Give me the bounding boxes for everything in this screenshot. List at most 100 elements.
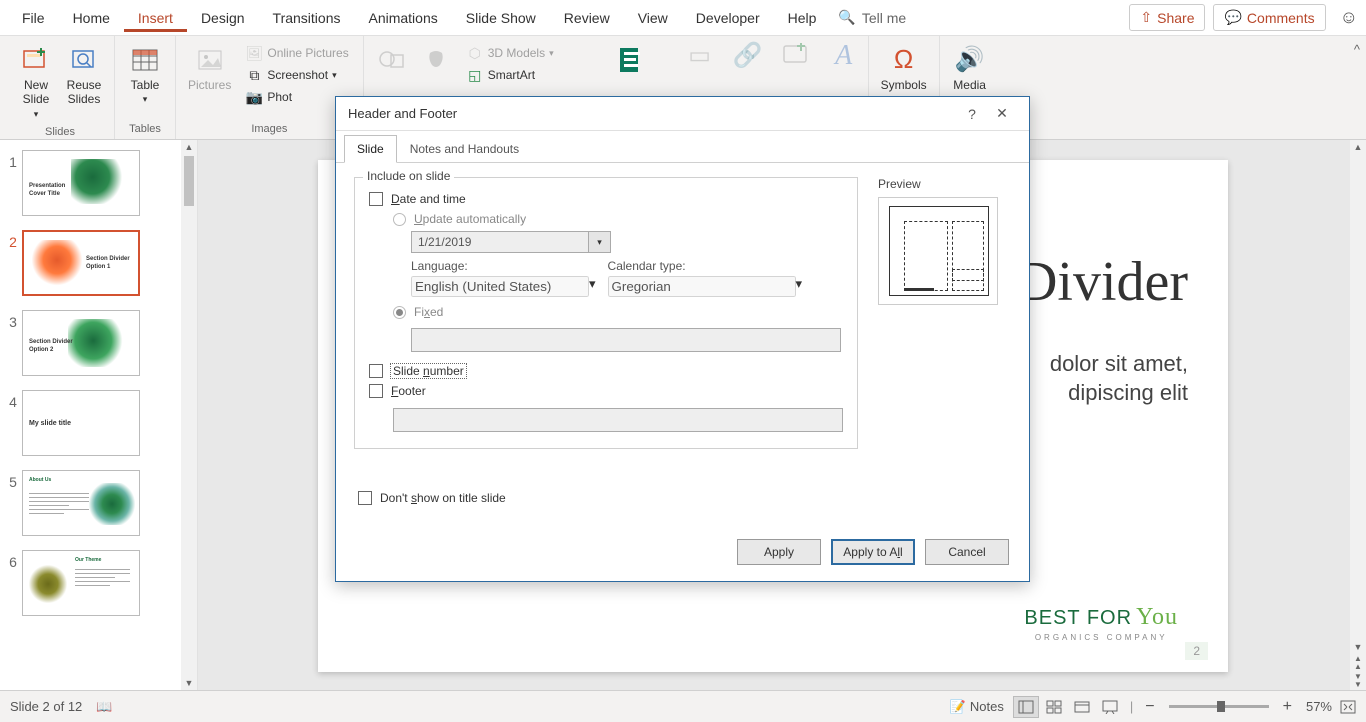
dialog-close-button[interactable]: ✕: [987, 105, 1017, 122]
menu-bar: File Home Insert Design Transitions Anim…: [0, 0, 1366, 36]
feedback-icon[interactable]: ☺: [1340, 7, 1358, 28]
fixed-radio[interactable]: [393, 306, 406, 319]
menu-developer[interactable]: Developer: [682, 4, 774, 32]
smartart-label: SmartArt: [488, 68, 535, 82]
sorter-view-button[interactable]: [1041, 696, 1067, 718]
chevron-down-icon: ▾: [143, 94, 148, 105]
menu-transitions[interactable]: Transitions: [259, 4, 355, 32]
menu-view[interactable]: View: [624, 4, 682, 32]
menu-help[interactable]: Help: [774, 4, 831, 32]
footer-value-input[interactable]: [393, 408, 843, 432]
include-on-slide-group: Include on slide Date and time Update au…: [354, 177, 858, 449]
notes-button[interactable]: 📝Notes: [942, 699, 1012, 715]
slide-thumb-4[interactable]: 4 My slide title: [4, 390, 191, 456]
table-label: Table: [131, 78, 160, 92]
pictures-label: Pictures: [188, 78, 231, 92]
scroll-thumb[interactable]: [184, 156, 194, 206]
slide-thumb-2[interactable]: 2 Section Divider Option 1: [4, 230, 191, 296]
slide-thumb-3[interactable]: 3 Section Divider Option 2: [4, 310, 191, 376]
date-dropdown-button[interactable]: ▾: [589, 231, 611, 253]
tell-me-search[interactable]: 🔍 Tell me: [830, 3, 914, 32]
cancel-button[interactable]: Cancel: [925, 539, 1009, 565]
calendar-dropdown-button[interactable]: ▾: [796, 276, 803, 297]
menu-design[interactable]: Design: [187, 4, 259, 32]
footer-checkbox[interactable]: [369, 384, 383, 398]
normal-view-button[interactable]: [1013, 696, 1039, 718]
table-button[interactable]: Table ▾: [121, 40, 169, 109]
online-pictures-icon: 🖼: [245, 44, 263, 62]
slide-thumb-1[interactable]: 1 Presentation Cover Title: [4, 150, 191, 216]
online-pictures-label: Online Pictures: [267, 46, 348, 60]
slide-thumb-6[interactable]: 6 Our Theme: [4, 550, 191, 616]
media-label: Media: [953, 78, 986, 92]
apply-button[interactable]: Apply: [737, 539, 821, 565]
reading-view-button[interactable]: [1069, 696, 1095, 718]
screenshot-button[interactable]: ⧉Screenshot▾: [241, 64, 352, 86]
share-button[interactable]: ⇧ Share: [1129, 4, 1205, 31]
share-icon: ⇧: [1140, 9, 1152, 26]
date-time-checkbox[interactable]: [369, 192, 383, 206]
tab-slide[interactable]: Slide: [344, 135, 397, 163]
menu-insert[interactable]: Insert: [124, 4, 187, 32]
smartart-icon: ◱: [466, 66, 484, 84]
canvas-scrollbar[interactable]: ▲ ▼ ▲▲ ▼▼: [1350, 140, 1366, 690]
zoom-slider[interactable]: [1169, 705, 1269, 708]
zoom-out-button[interactable]: −: [1139, 698, 1160, 716]
dialog-help-button[interactable]: ?: [957, 106, 987, 122]
language-select[interactable]: [411, 276, 589, 297]
pictures-button[interactable]: Pictures: [182, 40, 237, 96]
status-bar: Slide 2 of 12 📖 📝Notes | − + 57%: [0, 690, 1366, 722]
scroll-up-icon[interactable]: ▲: [185, 140, 194, 154]
menu-animations[interactable]: Animations: [354, 4, 451, 32]
fixed-value-input[interactable]: [411, 328, 841, 352]
scroll-up-icon[interactable]: ▲: [1354, 140, 1363, 154]
prev-slide-icon[interactable]: ▲▲: [1354, 654, 1362, 672]
online-pictures-button[interactable]: 🖼 Online Pictures: [241, 42, 352, 64]
date-time-label: Date and time: [391, 192, 466, 206]
spellcheck-icon[interactable]: 📖: [96, 699, 112, 715]
slideshow-view-button[interactable]: [1097, 696, 1123, 718]
menu-review[interactable]: Review: [550, 4, 624, 32]
dialog-tabs: Slide Notes and Handouts: [336, 131, 1029, 163]
language-dropdown-button[interactable]: ▾: [589, 276, 596, 297]
smartart-button[interactable]: ◱ SmartArt: [462, 64, 558, 86]
slide-thumb-5[interactable]: 5 About Us: [4, 470, 191, 536]
screenshot-icon: ⧉: [245, 66, 263, 84]
zoom-in-button[interactable]: +: [1277, 698, 1298, 716]
next-slide-icon[interactable]: ▼▼: [1354, 672, 1362, 690]
scroll-down-icon[interactable]: ▼: [185, 676, 194, 690]
comments-label: Comments: [1247, 10, 1315, 26]
text-icon: A: [828, 40, 860, 72]
3d-icon: ⬡: [466, 44, 484, 62]
comments-button[interactable]: 💬 Comments: [1213, 4, 1325, 31]
slide-number-checkbox[interactable]: [369, 364, 383, 378]
zoom-handle[interactable]: [1217, 701, 1225, 712]
slide-subtitle: dolor sit amet,dipiscing elit: [1050, 350, 1188, 407]
update-auto-label: Update automatically: [414, 212, 526, 226]
3d-models-button[interactable]: ⬡3D Models▾: [462, 42, 558, 64]
preview-label: Preview: [878, 177, 1011, 191]
comment-icon: [780, 40, 812, 72]
menu-file[interactable]: File: [8, 4, 59, 32]
tab-notes-handouts[interactable]: Notes and Handouts: [397, 135, 532, 162]
icons-button[interactable]: [414, 40, 458, 82]
shapes-button[interactable]: [370, 40, 414, 82]
photo-label: Phot: [267, 90, 292, 104]
menu-slideshow[interactable]: Slide Show: [452, 4, 550, 32]
new-slide-icon: [20, 44, 52, 76]
reuse-slides-button[interactable]: Reuse Slides: [60, 40, 108, 111]
dont-show-label: Don't show on title slide: [380, 491, 506, 505]
scroll-down-icon[interactable]: ▼: [1354, 640, 1363, 654]
pictures-icon: [194, 44, 226, 76]
update-auto-radio[interactable]: [393, 213, 406, 226]
apply-to-all-button[interactable]: Apply to All: [831, 539, 915, 565]
fit-to-window-button[interactable]: [1340, 700, 1356, 714]
dont-show-checkbox[interactable]: [358, 491, 372, 505]
zoom-level[interactable]: 57%: [1298, 699, 1340, 714]
date-value-input[interactable]: [411, 231, 589, 253]
new-slide-button[interactable]: New Slide ▾: [12, 40, 60, 124]
calendar-select[interactable]: [608, 276, 796, 297]
menu-home[interactable]: Home: [59, 4, 124, 32]
slide-panel-scrollbar[interactable]: ▲ ▼: [181, 140, 197, 690]
ribbon-collapse-icon[interactable]: ^: [1354, 42, 1360, 57]
